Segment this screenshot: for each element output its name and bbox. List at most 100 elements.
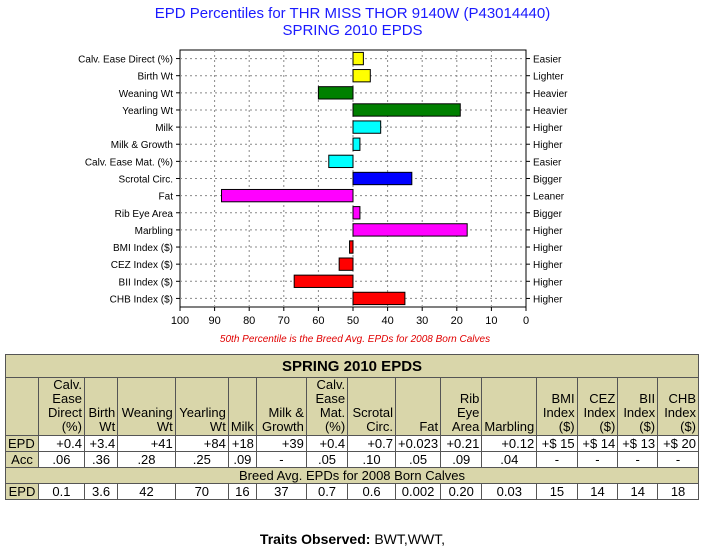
epd-value: +$ 13 — [617, 435, 659, 452]
column-header: CHB Index ($) — [657, 377, 699, 436]
breed-avg-value: 0.7 — [305, 483, 349, 500]
x-tick-label: 20 — [451, 315, 463, 327]
category-label: Marbling — [135, 226, 173, 237]
category-label: Milk — [155, 123, 174, 134]
category-label: Calv. Ease Direct (%) — [78, 55, 173, 66]
table-title: SPRING 2010 EPDS — [5, 354, 699, 378]
direction-label: Easier — [533, 55, 562, 66]
column-header: BII Index ($) — [617, 377, 659, 436]
breed-title-row: Breed Avg. EPDs for 2008 Born Calves — [5, 467, 699, 484]
row-label-acc: Acc — [5, 451, 39, 468]
column-header: CEZ Index ($) — [576, 377, 619, 436]
traits-observed: Traits Observed: BWT,WWT, — [0, 531, 705, 547]
epd-value: +39 — [255, 435, 307, 452]
x-tick-label: 90 — [208, 315, 220, 327]
x-tick-label: 50 — [347, 315, 359, 327]
acc-value: .09 — [227, 451, 257, 468]
direction-label: Higher — [533, 260, 563, 271]
acc-value: .05 — [394, 451, 442, 468]
epd-value: +18 — [227, 435, 257, 452]
epd-value: +$ 15 — [536, 435, 578, 452]
epd-report: EPD Percentiles for THR MISS THOR 9140W … — [0, 0, 705, 552]
bar — [349, 240, 354, 254]
direction-label: Higher — [533, 243, 563, 254]
breed-avg-value: 18 — [657, 483, 699, 500]
acc-value: .25 — [174, 451, 229, 468]
column-header: BMI Index ($) — [536, 377, 578, 436]
category-label: BII Index ($) — [119, 277, 173, 288]
epd-value: +0.4 — [305, 435, 349, 452]
table-header-row: Calv. Ease Direct (%) Birth Wt Weaning Wt Y… — [5, 377, 699, 436]
category-label: CEZ Index ($) — [111, 260, 173, 271]
direction-label: Higher — [533, 140, 563, 151]
breed-avg-value: 14 — [617, 483, 659, 500]
category-label: Weaning Wt — [119, 89, 174, 100]
epd-value: +0.7 — [347, 435, 396, 452]
category-label: Birth Wt — [137, 72, 173, 83]
bar — [352, 69, 371, 83]
bar — [352, 291, 406, 306]
direction-label: Easier — [533, 157, 562, 168]
column-header: Calv. Ease Mat. (%) — [305, 377, 349, 436]
column-header: Marbling — [481, 377, 538, 436]
column-header: Birth Wt — [83, 377, 119, 436]
breed-avg-value: 37 — [255, 483, 307, 500]
category-label: Scrotal Circ. — [119, 175, 173, 186]
acc-value: .04 — [481, 451, 538, 468]
bar — [352, 103, 461, 117]
direction-label: Heavier — [533, 106, 568, 117]
epd-value: +0.21 — [440, 435, 483, 452]
direction-label: Higher — [533, 294, 563, 305]
direction-label: Lighter — [533, 72, 564, 83]
acc-value: .36 — [83, 451, 119, 468]
x-tick-label: 40 — [381, 315, 393, 327]
bar — [317, 86, 354, 100]
x-tick-label: 10 — [485, 315, 497, 327]
acc-value: .09 — [440, 451, 483, 468]
acc-value: .06 — [38, 451, 85, 468]
bar — [352, 120, 382, 134]
category-label: CHB Index ($) — [110, 294, 173, 305]
breed-avg-value: 0.002 — [394, 483, 442, 500]
category-label: Milk & Growth — [111, 140, 173, 151]
column-header: Fat — [394, 377, 442, 436]
column-header: Scrotal Circ. — [347, 377, 396, 436]
acc-value: .28 — [117, 451, 176, 468]
column-header: Milk & Growth — [255, 377, 307, 436]
direction-label: Bigger — [533, 209, 563, 220]
category-label: Yearling Wt — [122, 106, 173, 117]
acc-value: - — [657, 451, 699, 468]
category-label: Fat — [159, 192, 174, 203]
table-row-acc: Acc .06.36.28.25.09- .05.10.05.09.04- - - - — [5, 451, 699, 468]
traits-observed-label: Traits Observed: — [259, 531, 371, 547]
direction-label: Bigger — [533, 175, 563, 186]
bar — [338, 257, 354, 271]
epd-value: +84 — [174, 435, 229, 452]
table-row-breed: EPD 0.1 3.6 42 70 16 37 0.7 0.6 0.002 0.20 0.03 15 1… — [5, 483, 699, 500]
direction-label: Higher — [533, 277, 563, 288]
epd-value: +$ 20 — [657, 435, 699, 452]
epd-value: +3.4 — [83, 435, 119, 452]
direction-label: Heavier — [533, 89, 568, 100]
bar — [352, 223, 468, 237]
epd-value: +0.023 — [394, 435, 442, 452]
bar — [352, 137, 361, 151]
acc-value: .05 — [305, 451, 349, 468]
acc-value: .10 — [347, 451, 396, 468]
x-tick-label: 100 — [171, 315, 189, 327]
bar — [352, 51, 364, 66]
traits-observed-value: BWT,WWT, — [374, 531, 446, 547]
acc-value: - — [576, 451, 619, 468]
category-label: Rib Eye Area — [115, 209, 174, 220]
category-label: Calv. Ease Mat. (%) — [85, 157, 173, 168]
table-row-epd: EPD +0.4 +3.4 +41 +84 +18 +39 +0.4 +0.7 +0.023 +0… — [5, 435, 699, 452]
breed-avg-value: 0.20 — [440, 483, 483, 500]
breed-avg-title: Breed Avg. EPDs for 2008 Born Calves — [5, 467, 699, 484]
column-header: Milk — [227, 377, 257, 436]
epd-value: +0.12 — [481, 435, 538, 452]
category-label: BMI Index ($) — [113, 243, 173, 254]
x-tick-label: 30 — [416, 315, 428, 327]
row-label-epd: EPD — [5, 435, 39, 452]
breed-avg-value: 42 — [117, 483, 176, 500]
breed-avg-value: 0.03 — [481, 483, 538, 500]
